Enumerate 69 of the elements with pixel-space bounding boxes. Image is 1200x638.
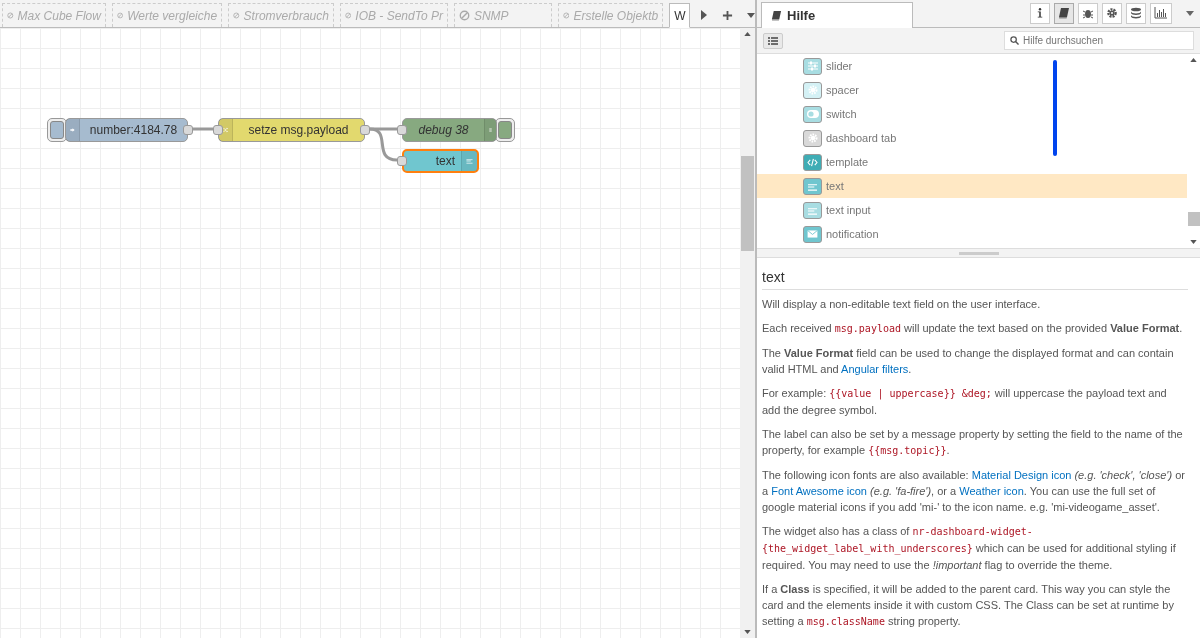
node-button[interactable]: [495, 118, 515, 142]
help-paragraph: If a Class is specified, it will be added to the parent card. This way you can style the card and the elements inside it with custom CSS. The Class can be set at runtime by setting a msg.className string property.: [762, 582, 1175, 629]
caret-icon[interactable]: [1186, 10, 1194, 16]
sidebar-tab[interactable]: Hilfe: [761, 2, 913, 28]
text-format-icon: [461, 151, 477, 171]
palette-item[interactable]: text: [757, 174, 1187, 198]
scroll-up-icon[interactable]: [1190, 58, 1197, 62]
database-icon: [1130, 7, 1142, 19]
scroll-right-icon[interactable]: [700, 9, 708, 21]
link[interactable]: Material Design icon: [971, 469, 1072, 481]
port-handle[interactable]: [213, 125, 223, 135]
flow-node[interactable]: number:4184.78: [65, 118, 188, 142]
sidebar-tool-button[interactable]: [1126, 2, 1146, 24]
port-handle[interactable]: [183, 125, 193, 135]
list-icon: [768, 36, 778, 45]
bar-chart-icon: [1154, 7, 1168, 19]
port-handle[interactable]: [397, 156, 407, 166]
resize-handle[interactable]: [757, 248, 1200, 258]
flow-node[interactable]: debug 38: [402, 118, 497, 142]
link[interactable]: Weather icon: [959, 485, 1024, 497]
scroll-thumb[interactable]: [741, 156, 754, 251]
port-handle[interactable]: [360, 125, 370, 135]
palette-item[interactable]: text input: [757, 198, 1187, 222]
palette-item[interactable]: slider: [757, 54, 1187, 78]
disabled-icon: [116, 10, 124, 21]
add-icon[interactable]: [722, 9, 733, 21]
help-paragraph: The following icon fonts are also available: Material Design icon (e.g. 'check', 'close') or a Font Awesome icon (e.g. 'fa-fire'), or a Weather icon. You can use the full set of google material icons if you add 'mi-' to the icon name. e.g. 'mi-videogame_asset'.: [762, 468, 1186, 515]
palette-item[interactable]: notification: [757, 222, 1187, 246]
sidebar-tool-button[interactable]: [1102, 2, 1122, 24]
disabled-icon: [7, 10, 14, 21]
palette-item[interactable]: template: [757, 150, 1187, 174]
flow-node[interactable]: text: [402, 149, 479, 173]
help-paragraph: The label can also be set by a message property by setting the field to the name of the property, for example {{msg.topic}}.: [762, 427, 1184, 458]
help-paragraph: Will display a non-editable text field on the user interface.: [762, 297, 1042, 312]
scroll-down-icon[interactable]: [1190, 240, 1197, 244]
settings-icon: [1106, 7, 1118, 19]
node-button[interactable]: [47, 118, 67, 142]
sidebar-tool-button[interactable]: [1030, 2, 1050, 24]
flow-node[interactable]: setze msg.payload: [218, 118, 365, 142]
list-icon: [484, 119, 496, 141]
bug-icon: [1082, 7, 1094, 19]
disabled-icon: [344, 10, 352, 21]
list-button[interactable]: [763, 32, 783, 49]
sidebar-tool-button[interactable]: [1054, 2, 1074, 24]
help-paragraph: Each received msg.payload will update the text based on the provided Value Format.: [762, 321, 1184, 336]
disabled-icon: [458, 10, 470, 21]
sidebar-tool-button[interactable]: [1078, 2, 1098, 24]
caret-icon[interactable]: [747, 12, 755, 18]
scrollbar[interactable]: [740, 28, 755, 638]
help-paragraph: The Value Format field can be used to change the displayed format and can contain valid HTML and Angular filters.: [762, 346, 1175, 377]
sidebar-tool-button[interactable]: [1150, 2, 1172, 24]
scroll-down-icon[interactable]: [744, 630, 751, 634]
palette-item[interactable]: dashboard tab: [757, 126, 1187, 150]
palette-item[interactable]: switch: [757, 102, 1187, 126]
wire[interactable]: [369, 127, 398, 162]
link[interactable]: Font Awesome icon: [771, 485, 867, 497]
palette-item[interactable]: spacer: [757, 78, 1187, 102]
scroll-up-icon[interactable]: [744, 32, 751, 36]
port-handle[interactable]: [397, 125, 407, 135]
workspace-tab[interactable]: W: [669, 3, 690, 28]
scroll-thumb[interactable]: [1187, 212, 1200, 226]
info-icon: [1037, 7, 1043, 19]
help-paragraph: The widget also has a class of nr-dashboard-widget-{the_widget_label_with_underscores} which can be used for additional styling if required. You may need to use the !important flag to override the theme.: [762, 524, 1177, 573]
search-icon: [1010, 36, 1019, 45]
help-title: text: [762, 264, 1188, 290]
disabled-icon: [233, 10, 240, 21]
disabled-icon: [562, 10, 570, 21]
search-field[interactable]: Hilfe durchsuchen: [1004, 31, 1194, 50]
help-paragraph: For example: {{value | uppercase}} &deg; will uppercase the payload text and add the degree symbol.: [762, 386, 1168, 418]
